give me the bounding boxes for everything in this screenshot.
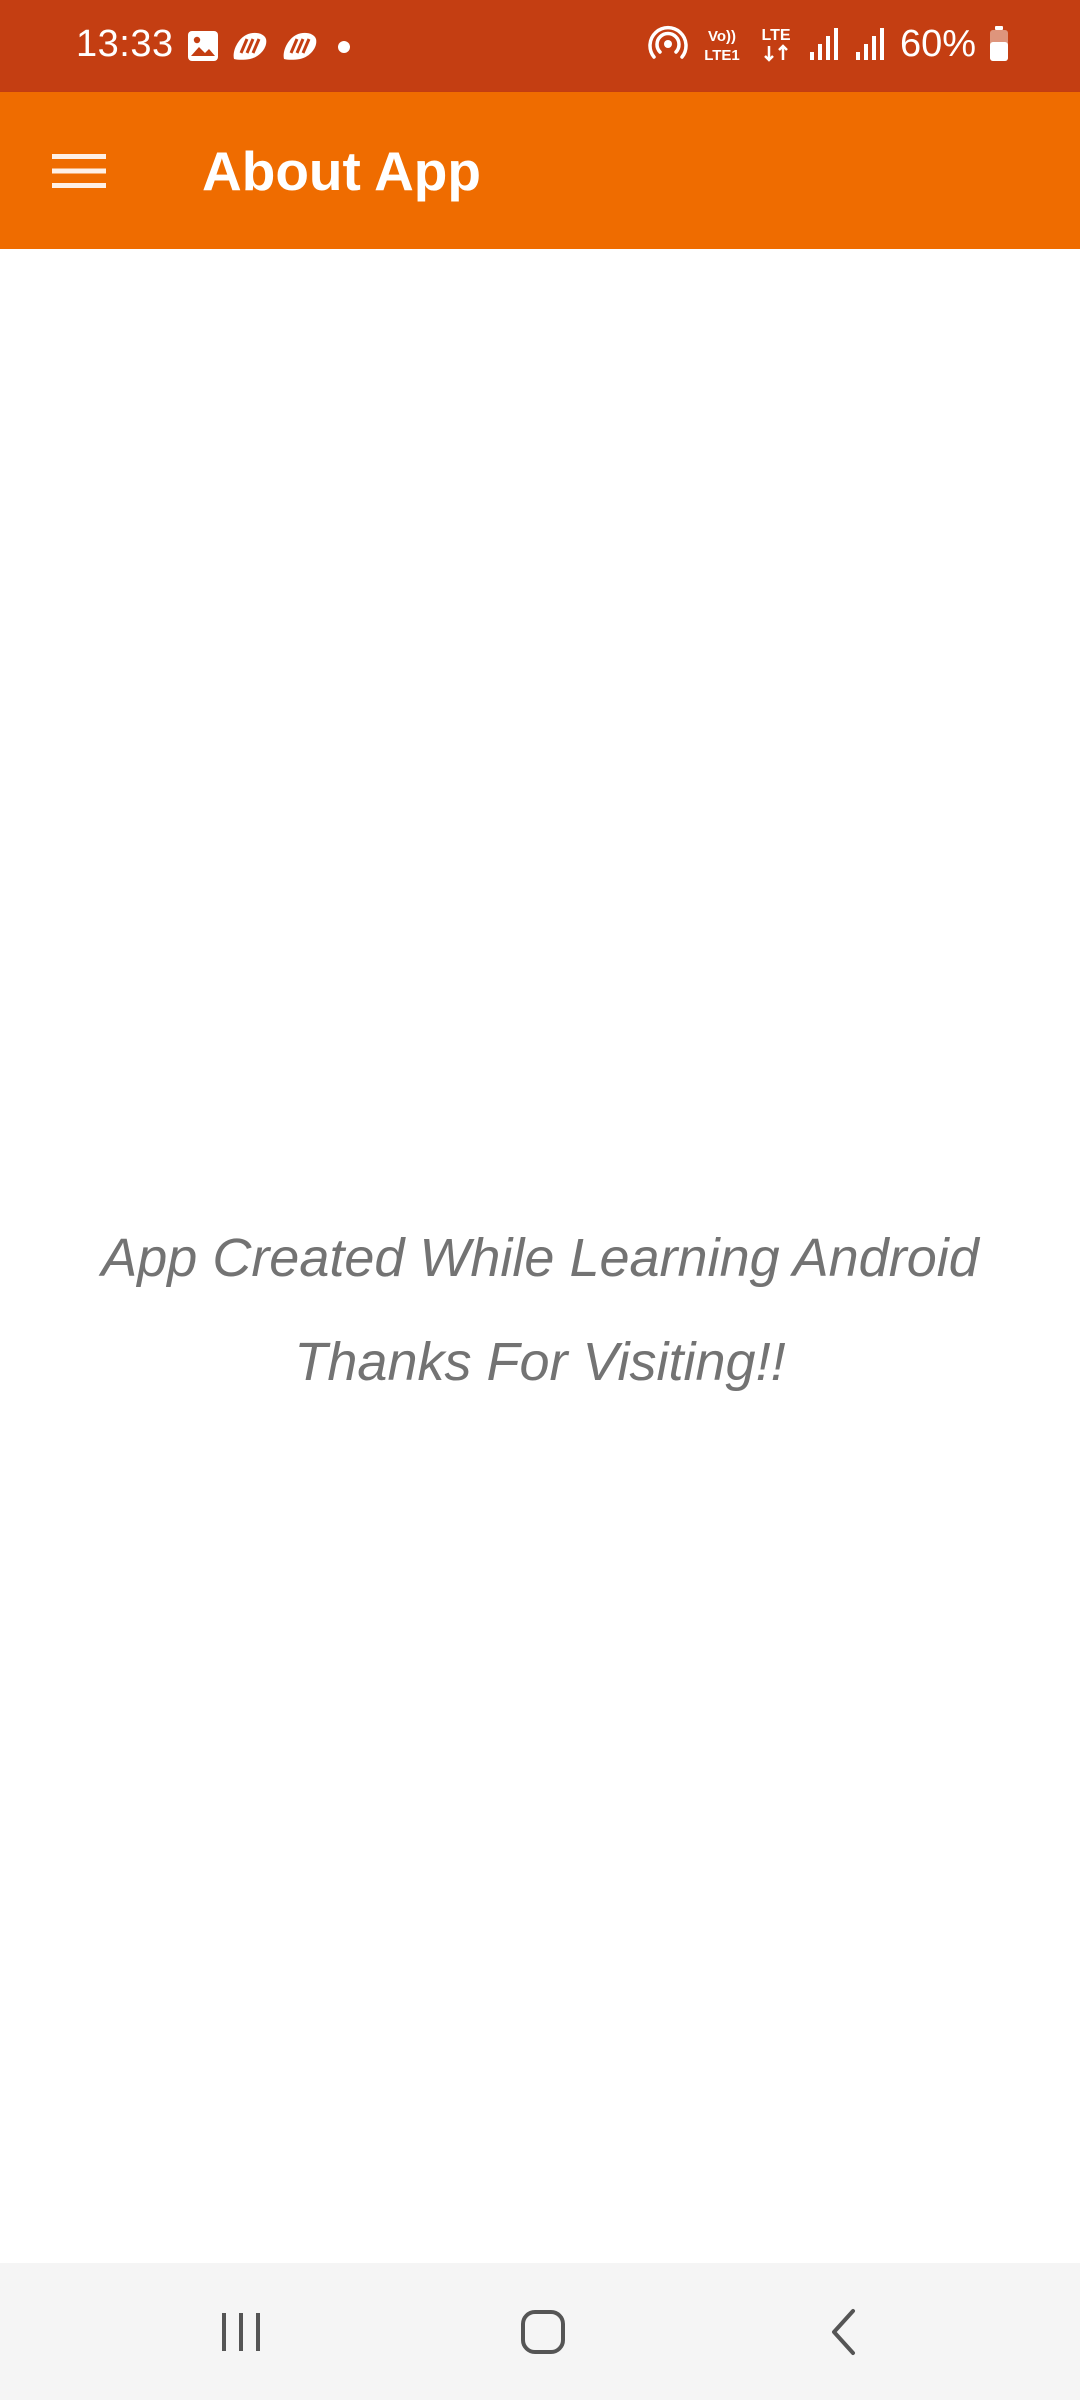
page-title: About App [202,140,481,202]
battery-icon [990,26,1008,61]
about-line-created: App Created While Learning Android [101,1228,979,1288]
volte-top-text: Vo)) [708,28,736,45]
gallery-icon [188,31,218,61]
volte-bottom-text: LTE1 [704,47,740,64]
lte-data-icon: LTE [761,27,791,62]
lte-text: LTE [761,27,790,44]
app-notification-icon [233,32,267,60]
system-nav-bar [0,2263,1080,2400]
dot-icon [338,41,350,53]
signal-icon [855,28,884,60]
recents-icon [222,2313,260,2351]
volte-icon: Vo)) LTE1 [704,28,740,64]
about-line-thanks: Thanks For Visiting!! [294,1332,786,1392]
home-button[interactable] [498,2287,588,2377]
about-content: App Created While Learning Android Thank… [0,249,1080,2263]
hamburger-menu-icon [52,154,106,188]
signal-icon [809,28,838,60]
home-icon [521,2310,565,2354]
status-bar: 13:33 Vo)) LTE1 LTE 60% [0,0,1080,92]
hotspot-icon [648,26,688,59]
back-icon [832,2309,855,2355]
menu-button[interactable] [36,128,122,214]
status-time: 13:33 [76,23,174,65]
battery-percent: 60% [899,23,976,65]
app-notification-icon [283,32,317,60]
recents-button[interactable] [196,2287,286,2377]
back-button[interactable] [800,2287,890,2377]
status-right-icons: Vo)) LTE1 LTE 60% [648,20,1010,68]
status-left-icons [186,26,354,66]
app-bar: About App [0,92,1080,249]
